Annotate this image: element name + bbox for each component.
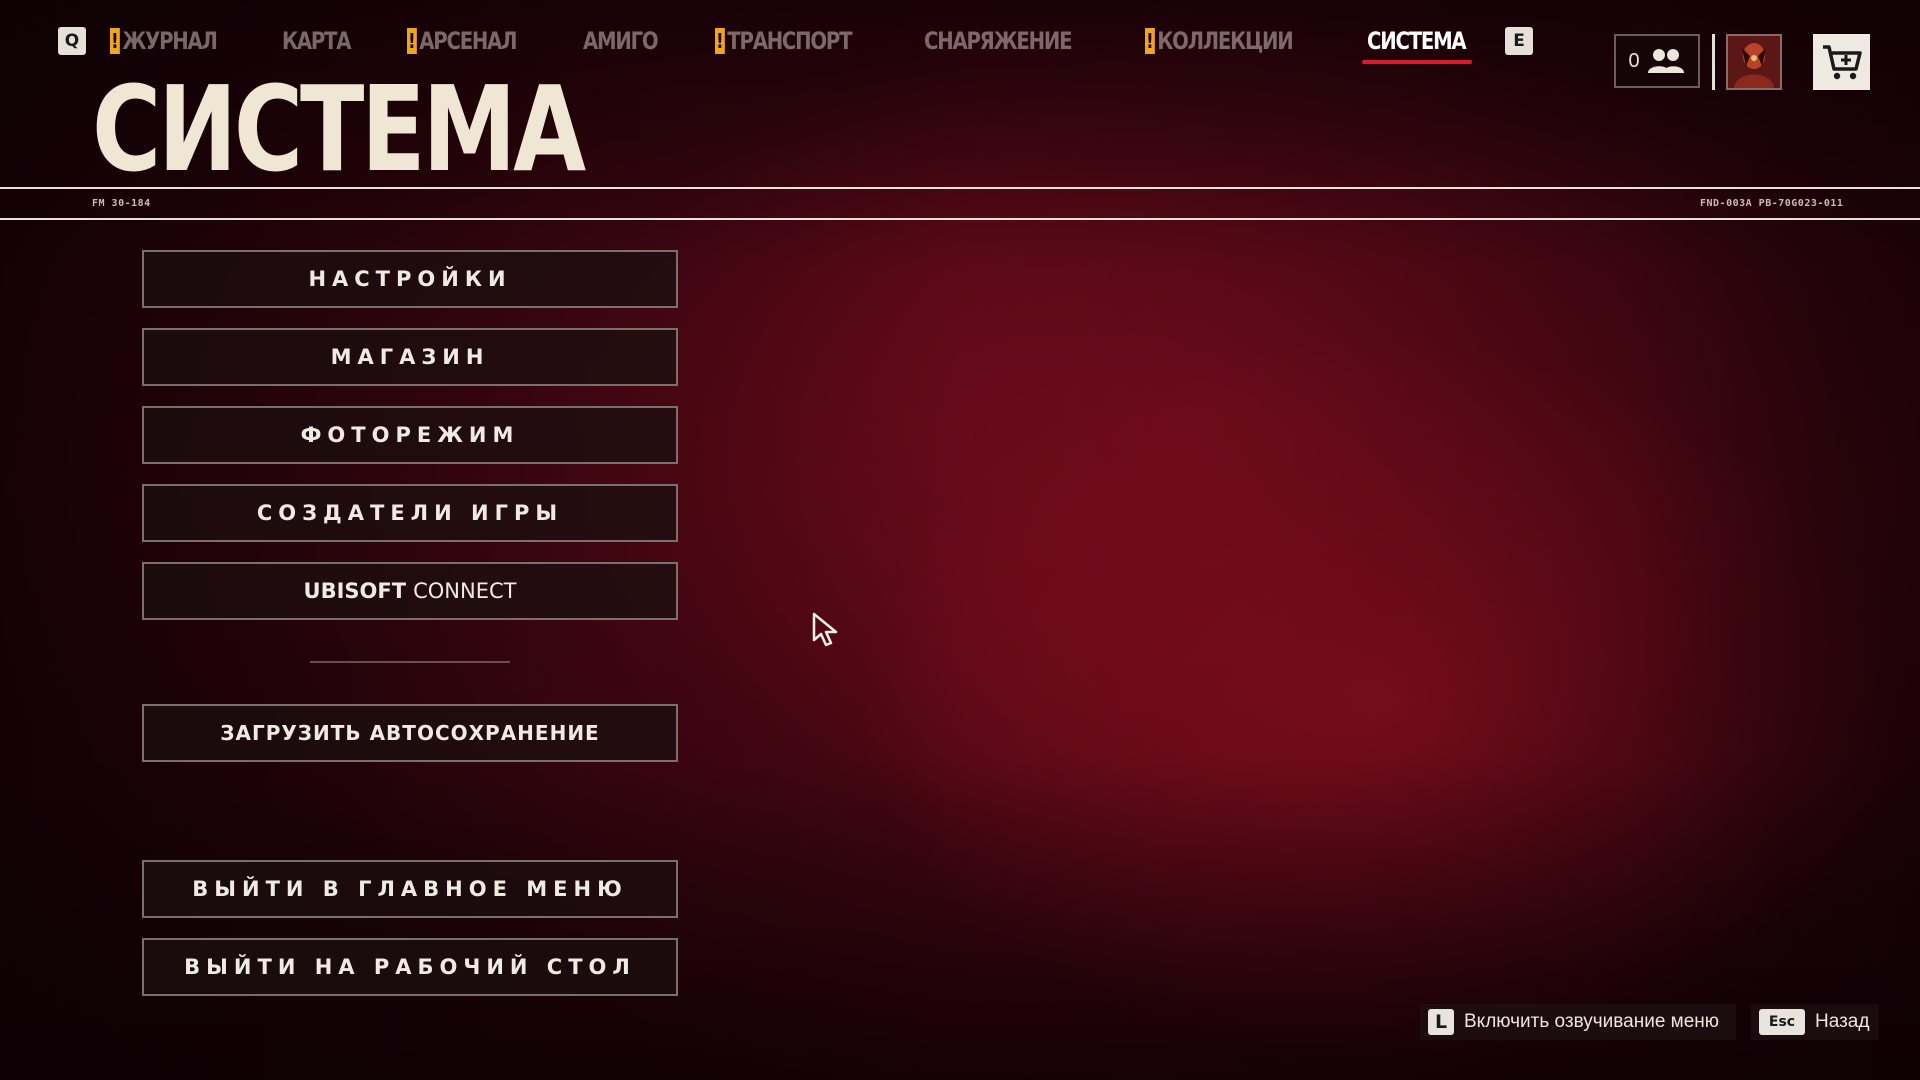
narration-key: L — [1428, 1009, 1454, 1035]
narration-label: Включить озвучивание меню — [1464, 1011, 1720, 1032]
alert-icon: ! — [1145, 28, 1156, 54]
narration-hint[interactable]: L Включить озвучивание меню — [1420, 1004, 1736, 1040]
back-hint[interactable]: Esc Назад — [1751, 1004, 1879, 1040]
tab-label: ТРАНСПОРТ — [727, 27, 853, 55]
store-cart-button[interactable] — [1813, 34, 1870, 90]
code-label-left: FM 30-184 — [92, 198, 151, 209]
next-tab-key[interactable]: E — [1505, 27, 1534, 55]
ubisoft-connect-button[interactable]: UBISOFT CONNECT — [142, 562, 678, 620]
quit-main-menu-label: ВЫЙТИ В ГЛАВНОЕ МЕНЮ — [192, 877, 628, 901]
alert-icon: ! — [715, 28, 726, 54]
load-autosave-button[interactable]: ЗАГРУЗИТЬ АВТОСОХРАНЕНИЕ — [142, 704, 678, 762]
credits-button[interactable]: СОЗДАТЕЛИ ИГРЫ — [142, 484, 678, 542]
friends-count: 0 — [1628, 49, 1640, 72]
store-label: МАГАЗИН — [330, 345, 490, 369]
header-divider — [1712, 34, 1715, 90]
settings-label: НАСТРОЙКИ — [308, 267, 512, 291]
tab-gear[interactable]: СНАРЯЖЕНИЕ — [923, 24, 1073, 58]
tab-label: ЖУРНАЛ — [122, 27, 218, 55]
cart-plus-icon — [1822, 45, 1862, 80]
tab-label: КОЛЛЕКЦИИ — [1157, 27, 1294, 55]
title-rule-bottom — [0, 218, 1920, 220]
page-title: СИСТЕМА — [92, 60, 586, 198]
tab-label: СНАРЯЖЕНИЕ — [923, 27, 1073, 55]
active-tab-underline — [1362, 60, 1473, 64]
tab-collections[interactable]: ! КОЛЛЕКЦИИ — [1145, 24, 1294, 58]
tab-label: КАРТА — [282, 27, 351, 55]
friends-button[interactable]: 0 — [1614, 34, 1700, 88]
menu-separator — [310, 661, 510, 663]
back-key: Esc — [1759, 1009, 1805, 1035]
quit-to-main-menu-button[interactable]: ВЫЙТИ В ГЛАВНОЕ МЕНЮ — [142, 860, 678, 918]
connect-logo-text: CONNECT — [413, 579, 517, 603]
tab-system[interactable]: СИСТЕМА — [1362, 24, 1473, 64]
game-menu-screen: Q ! ЖУРНАЛ КАРТА ! АРСЕНАЛ АМИГО ! ТРАНС… — [0, 0, 1920, 1080]
friends-icon — [1647, 49, 1684, 73]
tab-map[interactable]: КАРТА — [282, 24, 351, 58]
tab-arsenal[interactable]: ! АРСЕНАЛ — [407, 24, 518, 58]
alert-icon: ! — [407, 28, 418, 54]
settings-button[interactable]: НАСТРОЙКИ — [142, 250, 678, 308]
photo-mode-button[interactable]: ФОТОРЕЖИМ — [142, 406, 678, 464]
tab-journal[interactable]: ! ЖУРНАЛ — [110, 24, 218, 58]
back-label: Назад — [1815, 1011, 1870, 1032]
tab-amigo[interactable]: АМИГО — [582, 24, 659, 58]
ubisoft-logo-text: UBISOFT — [303, 579, 407, 603]
tab-transport[interactable]: ! ТРАНСПОРТ — [715, 24, 853, 58]
tab-label: СИСТЕМА — [1367, 27, 1467, 55]
player-avatar[interactable] — [1726, 34, 1782, 90]
top-navigation: Q ! ЖУРНАЛ КАРТА ! АРСЕНАЛ АМИГО ! ТРАНС… — [58, 24, 1534, 64]
code-label-right: FND-003A PB-70G023-011 — [1700, 198, 1844, 209]
avatar-image — [1728, 36, 1780, 88]
quit-desktop-label: ВЫЙТИ НА РАБОЧИЙ СТОЛ — [184, 955, 636, 979]
store-button[interactable]: МАГАЗИН — [142, 328, 678, 386]
credits-label: СОЗДАТЕЛИ ИГРЫ — [256, 501, 564, 525]
photo-mode-label: ФОТОРЕЖИМ — [300, 423, 520, 447]
quit-to-desktop-button[interactable]: ВЫЙТИ НА РАБОЧИЙ СТОЛ — [142, 938, 678, 996]
tab-label: АМИГО — [582, 27, 659, 55]
title-rule-top — [0, 187, 1920, 189]
prev-tab-key[interactable]: Q — [58, 27, 86, 55]
tab-label: АРСЕНАЛ — [419, 27, 518, 55]
load-autosave-label: ЗАГРУЗИТЬ АВТОСОХРАНЕНИЕ — [220, 721, 600, 745]
mouse-cursor-icon — [812, 612, 838, 647]
alert-icon: ! — [110, 28, 120, 54]
